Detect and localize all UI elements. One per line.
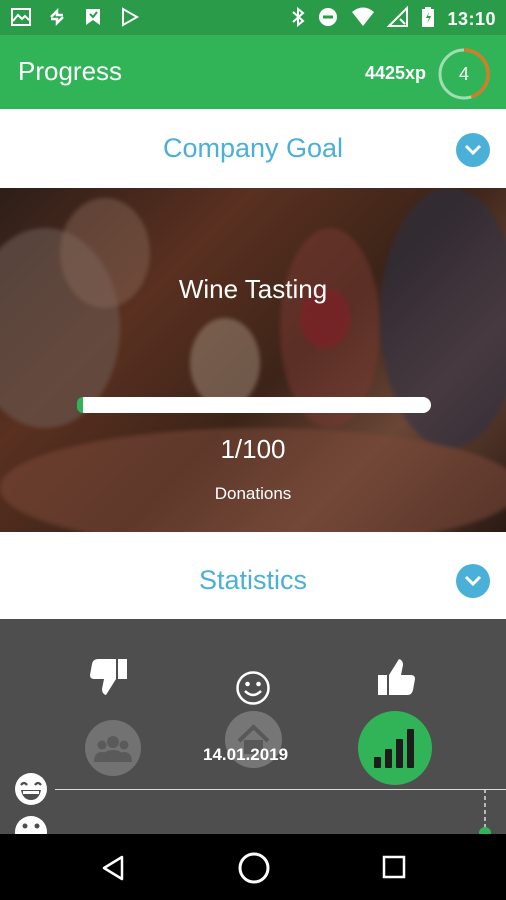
bluetooth-icon — [291, 6, 305, 33]
company-goal-title: Company Goal — [162, 133, 344, 163]
status-time: 13:10 — [447, 9, 496, 29]
chart-marker — [479, 789, 491, 834]
status-bar: 13:10 — [0, 0, 506, 35]
recents-icon[interactable] — [382, 855, 406, 879]
goal-count: 1/100 — [220, 434, 286, 464]
signal-bars-icon — [374, 729, 414, 768]
company-goal-header[interactable]: Company Goal — [0, 109, 506, 188]
back-icon[interactable] — [100, 855, 126, 881]
goal-card[interactable] — [0, 188, 506, 532]
thumbs-down-icon[interactable] — [88, 657, 130, 697]
statistics-date: 14.01.2019 — [203, 745, 289, 764]
chevron-down-icon[interactable] — [456, 564, 490, 598]
chevron-down-icon[interactable] — [456, 133, 490, 167]
mail-icon — [10, 6, 32, 33]
group-icon — [94, 736, 132, 762]
chart-baseline — [55, 789, 506, 790]
goal-progress-fill — [77, 397, 83, 413]
play-store-icon — [118, 6, 140, 33]
wifi-icon — [351, 6, 375, 33]
sync-icon — [46, 6, 68, 33]
goal-progress-bar — [77, 397, 431, 413]
statistics-chart-button[interactable] — [358, 711, 432, 785]
page-title: Progress — [18, 56, 123, 86]
thumbs-up-icon[interactable] — [376, 657, 418, 697]
flag-icon — [82, 6, 104, 33]
xp-counter: 4425xp — [364, 63, 426, 83]
neutral-face-icon — [15, 816, 47, 834]
group-button[interactable] — [85, 720, 141, 776]
statistics-header[interactable]: Statistics — [0, 532, 506, 619]
no-signal-icon — [387, 5, 409, 33]
smiley-icon[interactable] — [235, 670, 271, 706]
do-not-disturb-icon — [317, 6, 339, 33]
system-nav-bar — [0, 834, 506, 900]
statistics-title: Statistics — [198, 565, 308, 595]
goal-count-label: Donations — [214, 484, 292, 503]
home-nav-icon[interactable] — [237, 851, 271, 885]
battery-icon — [421, 6, 435, 33]
grin-icon — [15, 773, 47, 805]
app-bar: Progress 4425xp 4 — [0, 35, 506, 109]
level-number: 4 — [458, 64, 469, 84]
goal-title: Wine Tasting — [178, 274, 328, 304]
